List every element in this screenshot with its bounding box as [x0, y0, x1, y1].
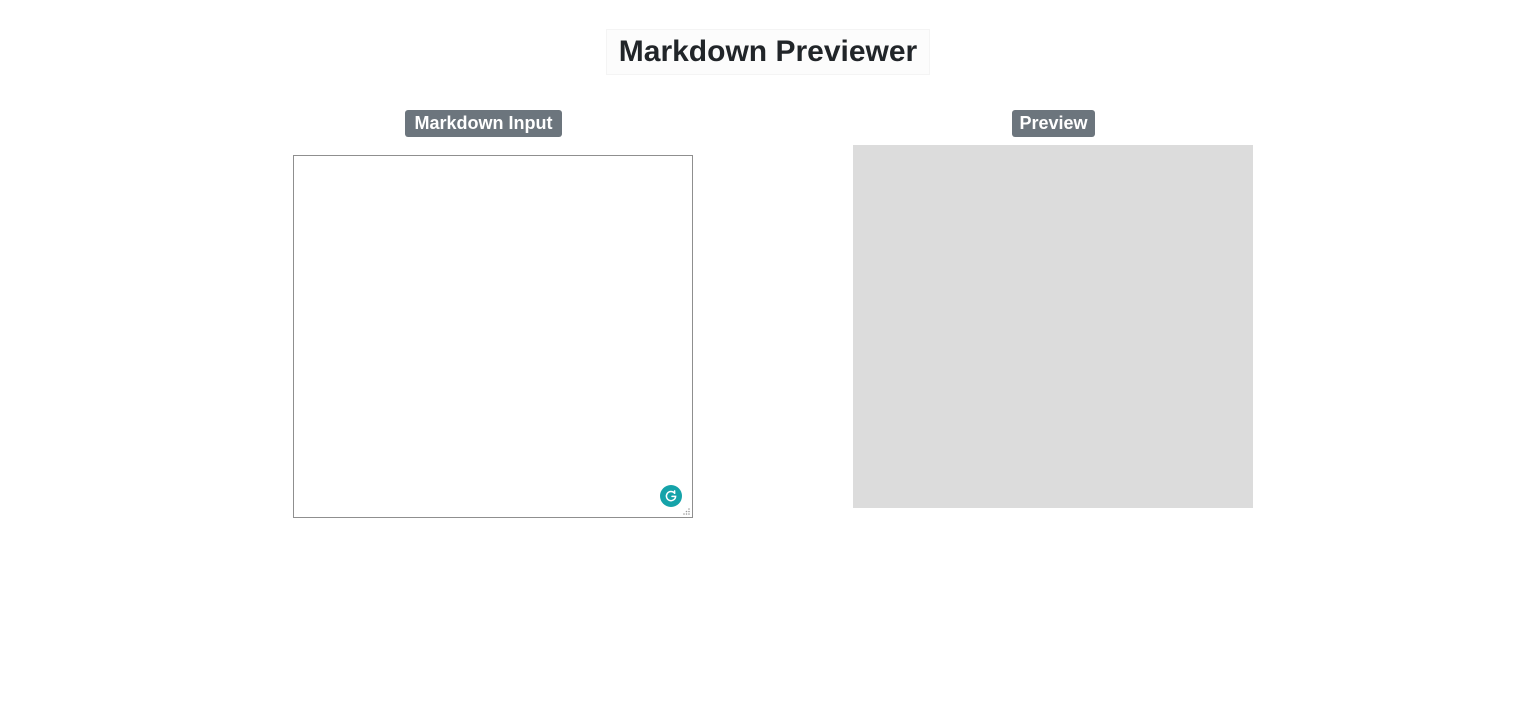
preview-label: Preview	[1012, 110, 1095, 137]
resize-handle-icon[interactable]	[682, 507, 691, 516]
editor-container	[293, 155, 693, 518]
markdown-input-label: Markdown Input	[405, 110, 562, 137]
grammarly-g-glyph	[665, 490, 677, 502]
grammarly-icon[interactable]	[660, 485, 682, 507]
preview-pane	[853, 145, 1253, 508]
markdown-editor[interactable]	[293, 155, 693, 518]
page-title: Markdown Previewer	[607, 30, 929, 74]
page: Markdown Previewer Markdown Input Previe…	[0, 0, 1536, 727]
